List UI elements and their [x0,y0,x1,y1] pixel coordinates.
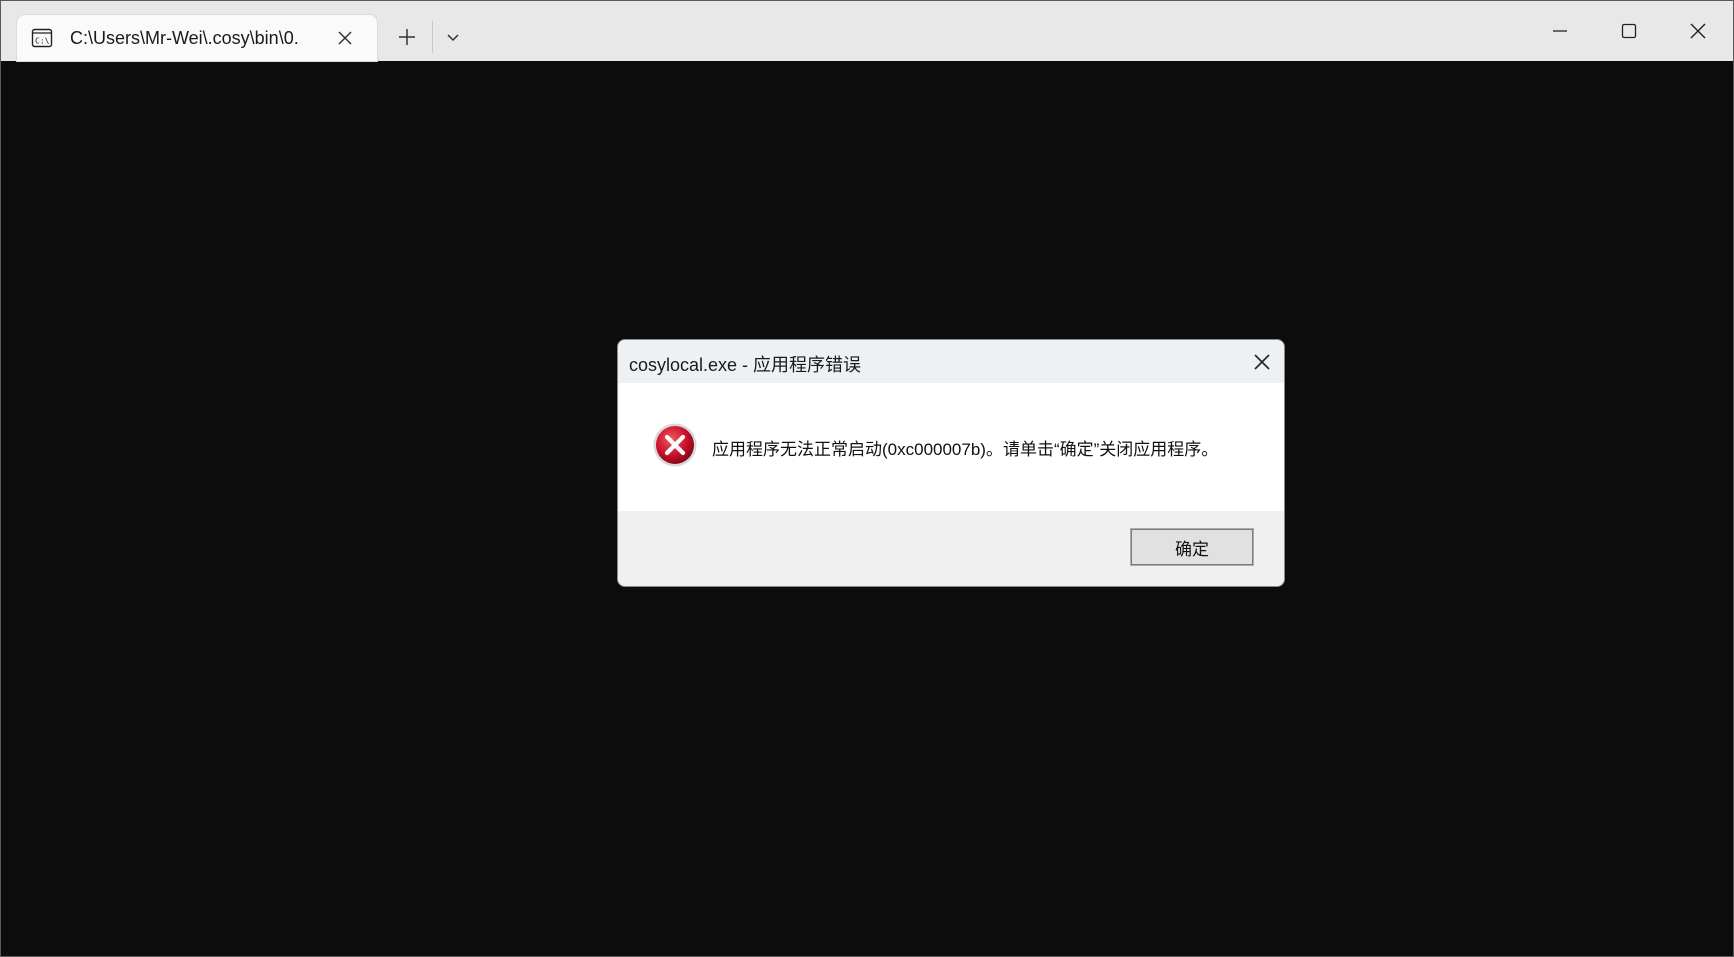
error-icon [652,422,698,468]
dialog-message: 应用程序无法正常启动(0xc000007b)。请单击“确定”关闭应用程序。 [712,440,1219,459]
close-icon[interactable] [1675,13,1721,49]
terminal-window: C:\ C:\Users\Mr-Wei\.cosy\bin\0. cosyloc… [0,0,1734,957]
ok-button[interactable]: 确定 [1130,528,1254,566]
chevron-down-icon[interactable] [441,25,465,49]
plus-icon[interactable] [393,23,421,51]
dialog-title: cosylocal.exe - 应用程序错误 [629,355,862,375]
dialog-footer: 确定 [618,511,1284,586]
console-icon: C:\ [31,27,53,49]
tab-terminal[interactable]: C:\ C:\Users\Mr-Wei\.cosy\bin\0. [17,15,377,61]
dialog-close-icon[interactable] [1248,348,1276,376]
maximize-icon[interactable] [1606,13,1652,49]
tab-title: C:\Users\Mr-Wei\.cosy\bin\0. [70,28,299,48]
tab-divider [432,21,433,53]
tab-close-icon[interactable] [333,26,357,50]
svg-text:C:\: C:\ [35,37,50,46]
minimize-icon[interactable] [1537,13,1583,49]
title-bar: C:\ C:\Users\Mr-Wei\.cosy\bin\0. [1,1,1733,61]
dialog-title-bar: cosylocal.exe - 应用程序错误 [618,340,1284,383]
error-dialog: cosylocal.exe - 应用程序错误 应用程序无法正常启动(0xc000… [617,339,1285,587]
